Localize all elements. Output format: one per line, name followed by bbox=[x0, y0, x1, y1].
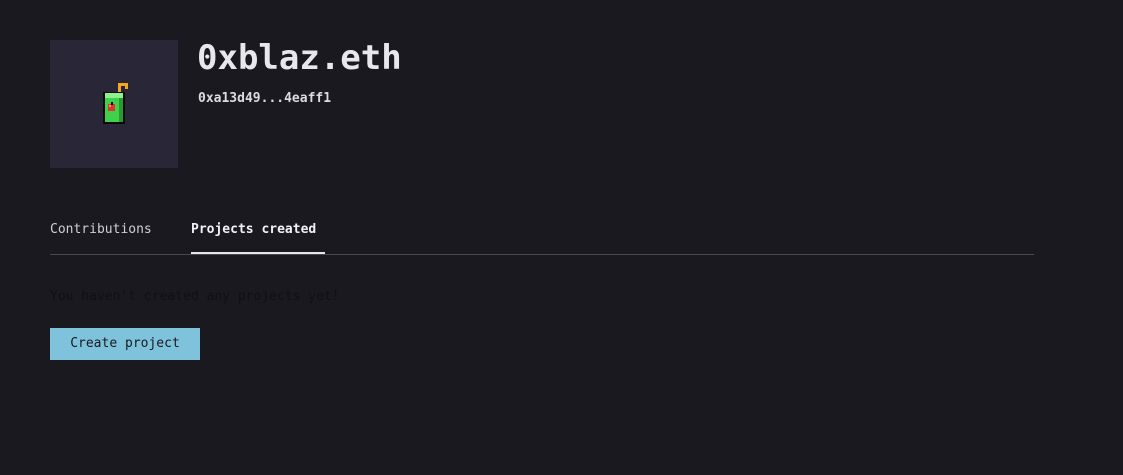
active-tab-indicator bbox=[191, 252, 325, 254]
avatar bbox=[50, 40, 178, 168]
profile-page: 0xblaz.eth 0xa13d49...4eaff1 Contributio… bbox=[0, 0, 1123, 475]
tab-projects-created[interactable]: Projects created bbox=[191, 222, 316, 237]
empty-projects-message: You haven't created any projects yet! bbox=[50, 289, 340, 304]
tab-contributions[interactable]: Contributions bbox=[50, 222, 152, 237]
profile-name: 0xblaz.eth bbox=[197, 38, 402, 78]
juice-box-icon bbox=[103, 83, 128, 124]
wallet-address[interactable]: 0xa13d49...4eaff1 bbox=[198, 91, 331, 106]
create-project-button[interactable]: Create project bbox=[50, 328, 200, 360]
profile-tabs: Contributions Projects created bbox=[50, 212, 1034, 255]
